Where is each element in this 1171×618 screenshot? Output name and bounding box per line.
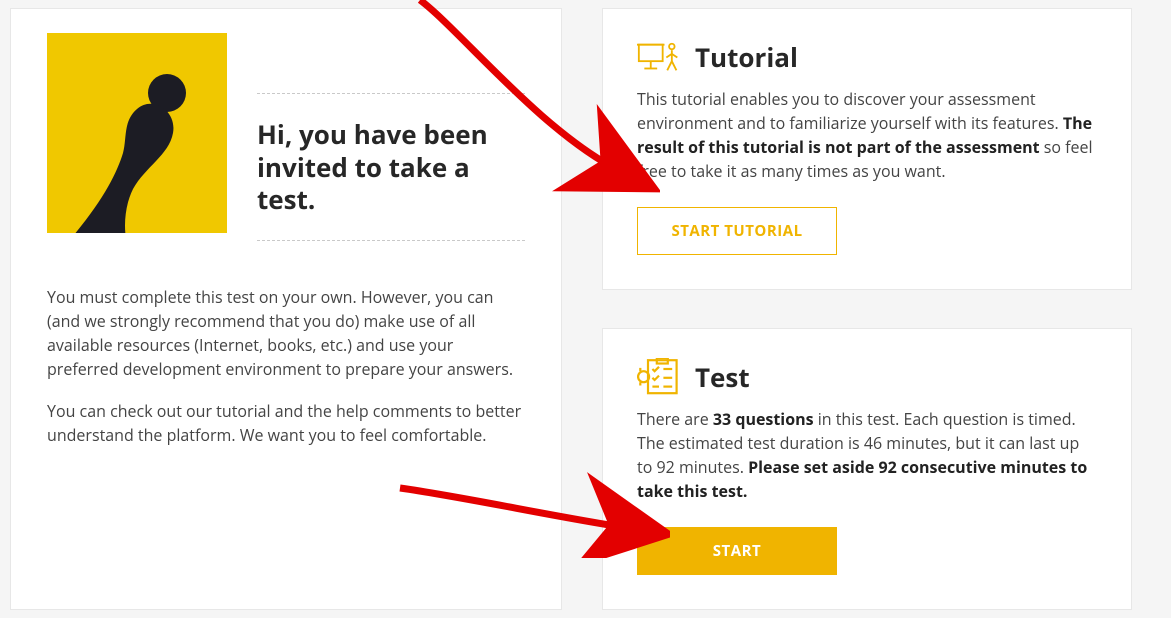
test-card: Test There are 33 questions in this test… xyxy=(602,328,1132,610)
greeting-block: Hi, you have been invited to take a test… xyxy=(257,93,525,241)
test-body: There are 33 questions in this test. Eac… xyxy=(637,407,1097,503)
start-tutorial-button[interactable]: Start Tutorial xyxy=(637,207,837,255)
tutorial-body: This tutorial enables you to discover yo… xyxy=(637,87,1097,183)
presentation-icon xyxy=(637,40,681,74)
intro-paragraph-2: You can check out our tutorial and the h… xyxy=(47,399,525,447)
test-title: Test xyxy=(695,359,750,395)
brand-logo xyxy=(47,33,227,233)
tutorial-title: Tutorial xyxy=(695,39,798,75)
start-test-button[interactable]: Start xyxy=(637,527,837,575)
checklist-icon xyxy=(637,360,681,394)
tutorial-card: Tutorial This tutorial enables you to di… xyxy=(602,8,1132,290)
invite-panel: Hi, you have been invited to take a test… xyxy=(10,8,562,610)
intro-paragraph-1: You must complete this test on your own.… xyxy=(47,285,525,381)
greeting-title: Hi, you have been invited to take a test… xyxy=(257,118,525,216)
blob-logo-icon xyxy=(47,33,227,233)
